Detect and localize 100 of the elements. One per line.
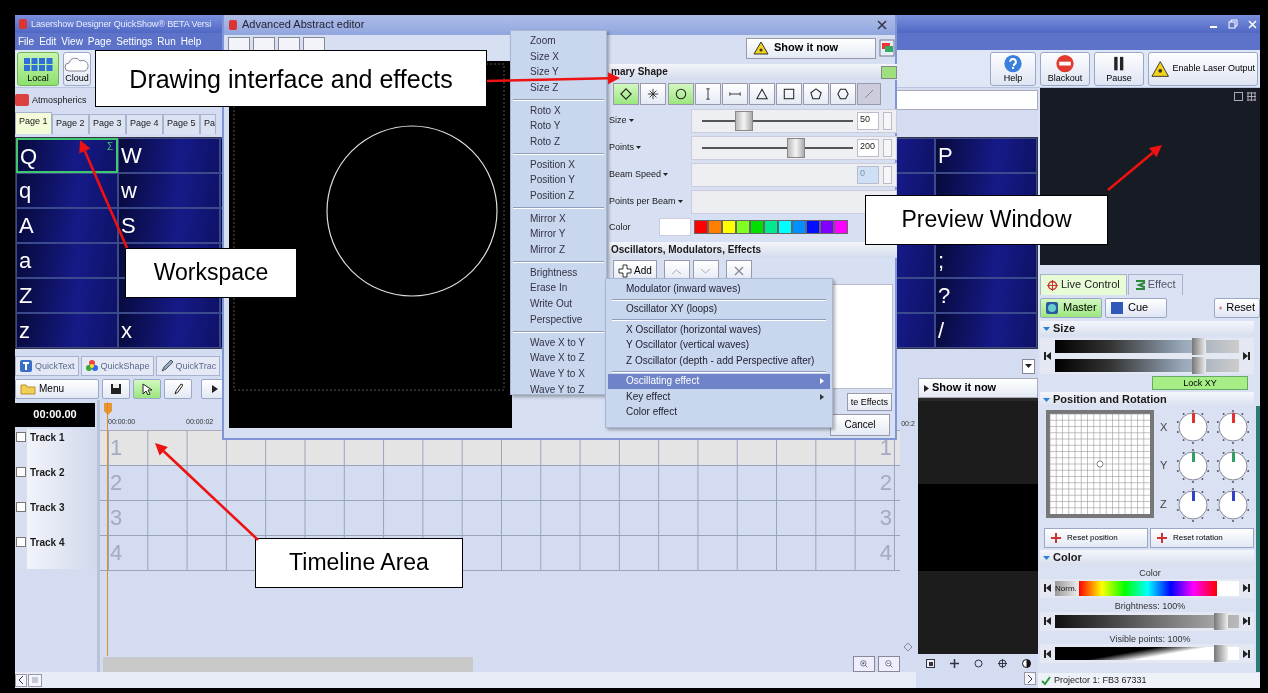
- collapse-icon[interactable]: [1043, 397, 1050, 402]
- scroll-up-icon[interactable]: [904, 642, 912, 647]
- page-tab[interactable]: Page 2: [52, 114, 89, 134]
- color-swatch[interactable]: [659, 218, 691, 236]
- storage-button[interactable]: Local: [17, 51, 59, 86]
- cue-cell[interactable]: a: [16, 243, 119, 278]
- menu-item[interactable]: Wave Y to Z: [511, 381, 606, 398]
- slider-thumb[interactable]: [1213, 645, 1228, 663]
- slider-thumb[interactable]: [1213, 612, 1228, 630]
- gradient-slider[interactable]: [1055, 359, 1239, 372]
- frame-icon[interactable]: [925, 658, 935, 668]
- scroll-grip[interactable]: [28, 673, 42, 687]
- menu-item[interactable]: Position Z: [511, 188, 606, 204]
- menu-item[interactable]: Mirror X: [511, 210, 606, 227]
- palette-swatch[interactable]: [806, 220, 820, 234]
- menu-item[interactable]: Mirror Z: [511, 242, 606, 258]
- lock-xy-button[interactable]: Lock XY: [1152, 376, 1248, 390]
- menu-item[interactable]: Write Out: [511, 296, 606, 312]
- menu-item[interactable]: Size Z: [511, 80, 606, 96]
- rotation-knob[interactable]: [1216, 410, 1250, 445]
- skip-start-icon[interactable]: [1044, 584, 1051, 593]
- menu-item[interactable]: Settings: [116, 35, 153, 48]
- shape-button[interactable]: [668, 83, 694, 105]
- crosshair-icon[interactable]: [997, 658, 1007, 668]
- pause-button[interactable]: Pause: [1094, 51, 1144, 86]
- blackout-button[interactable]: Blackout: [1040, 51, 1090, 86]
- palette-swatch[interactable]: [694, 220, 708, 234]
- cue-cell[interactable]: ;: [934, 243, 1037, 278]
- scroll-right-button[interactable]: [1024, 672, 1036, 685]
- skip-end-icon[interactable]: [1243, 617, 1250, 626]
- reset-rotation-button[interactable]: Reset rotation: [1150, 528, 1254, 548]
- rotate-icon[interactable]: [973, 658, 983, 668]
- zoom-in-button[interactable]: [853, 656, 875, 672]
- rotation-knob[interactable]: [1176, 449, 1210, 483]
- tool-tab[interactable]: QuickShape: [80, 356, 154, 376]
- track-checkbox[interactable]: [16, 502, 26, 512]
- position-pad[interactable]: [1046, 410, 1154, 518]
- menu-item[interactable]: Page: [87, 35, 112, 48]
- palette-swatch[interactable]: [736, 220, 750, 234]
- open-folder-button[interactable]: [253, 37, 275, 50]
- palette-swatch[interactable]: [708, 220, 722, 234]
- param-field[interactable]: 50: [691, 108, 897, 133]
- cue-cell[interactable]: ?: [934, 278, 1037, 313]
- scroll-down-icon[interactable]: [904, 647, 912, 652]
- param-label[interactable]: Size: [609, 115, 691, 126]
- reset-button[interactable]: Reset: [1214, 298, 1260, 318]
- gradient-slider[interactable]: [1055, 614, 1239, 628]
- menu-item[interactable]: Roto X: [511, 102, 606, 119]
- cue-cell[interactable]: Z: [16, 278, 119, 313]
- rotation-knob[interactable]: [1176, 410, 1210, 445]
- shape-button[interactable]: [830, 83, 856, 105]
- menu-item[interactable]: Size Y: [511, 64, 606, 81]
- restore-icon[interactable]: [1228, 19, 1238, 29]
- skip-end-icon[interactable]: [1243, 584, 1250, 593]
- scroll-left-button[interactable]: [15, 673, 27, 687]
- zoom-out-button[interactable]: [878, 656, 900, 672]
- menu-item[interactable]: Mirror Y: [511, 226, 606, 243]
- storage-button[interactable]: Cloud: [63, 51, 91, 86]
- slider-thumb[interactable]: [786, 137, 805, 158]
- cue-cell[interactable]: q: [16, 173, 119, 208]
- menu-item[interactable]: Wave Y to X: [511, 366, 606, 382]
- menu-item[interactable]: Run: [157, 35, 176, 48]
- param-label[interactable]: Points per Beam: [609, 196, 691, 207]
- menu-item[interactable]: Oscillating effect: [608, 373, 830, 389]
- collapse-icon[interactable]: [1043, 555, 1050, 560]
- slider-thumb[interactable]: [1191, 338, 1206, 355]
- cue-cell[interactable]: w: [118, 173, 221, 208]
- save-button[interactable]: [102, 379, 130, 399]
- reset-position-button[interactable]: Reset position: [1044, 528, 1148, 548]
- slider-thumb[interactable]: [1191, 357, 1206, 374]
- slider-thumb[interactable]: [735, 110, 754, 131]
- new-file-button[interactable]: [228, 37, 250, 50]
- tool-tab[interactable]: QuickText: [15, 356, 79, 376]
- cue-cell[interactable]: x: [118, 313, 221, 348]
- page-tab[interactable]: Page 5: [163, 114, 200, 134]
- palette-swatch[interactable]: [778, 220, 792, 234]
- rotation-knob[interactable]: [1216, 487, 1250, 522]
- rotation-knob[interactable]: [1216, 449, 1250, 483]
- menu-item[interactable]: Position Y: [511, 172, 606, 189]
- menu-item[interactable]: Key effect: [608, 389, 830, 405]
- number-field[interactable]: 50: [857, 111, 879, 130]
- palette-swatch[interactable]: [834, 220, 848, 234]
- mode-button[interactable]: Master: [1040, 298, 1102, 318]
- param-field[interactable]: 200: [691, 135, 897, 160]
- track-checkbox[interactable]: [16, 467, 26, 477]
- menu-item[interactable]: Z Oscillator (depth - add Perspective after): [608, 353, 830, 369]
- layers-icon[interactable]: [879, 39, 895, 57]
- shape-button[interactable]: [803, 83, 829, 105]
- menu-item[interactable]: File: [18, 35, 35, 48]
- palette-swatch[interactable]: [750, 220, 764, 234]
- cue-cell[interactable]: Q Σ: [16, 138, 119, 173]
- skip-start-icon[interactable]: [1044, 617, 1051, 626]
- panel-tab[interactable]: Effect: [1127, 274, 1183, 295]
- cue-cell[interactable]: z: [16, 313, 119, 348]
- param-label[interactable]: Points: [609, 142, 691, 153]
- effects-button[interactable]: te Effects: [846, 393, 892, 411]
- skip-start-icon[interactable]: [1044, 352, 1051, 360]
- mode-button[interactable]: Cue: [1105, 298, 1167, 318]
- menu-item[interactable]: Y Oscillator (vertical waves): [608, 337, 830, 353]
- contrast-icon[interactable]: [1021, 658, 1031, 668]
